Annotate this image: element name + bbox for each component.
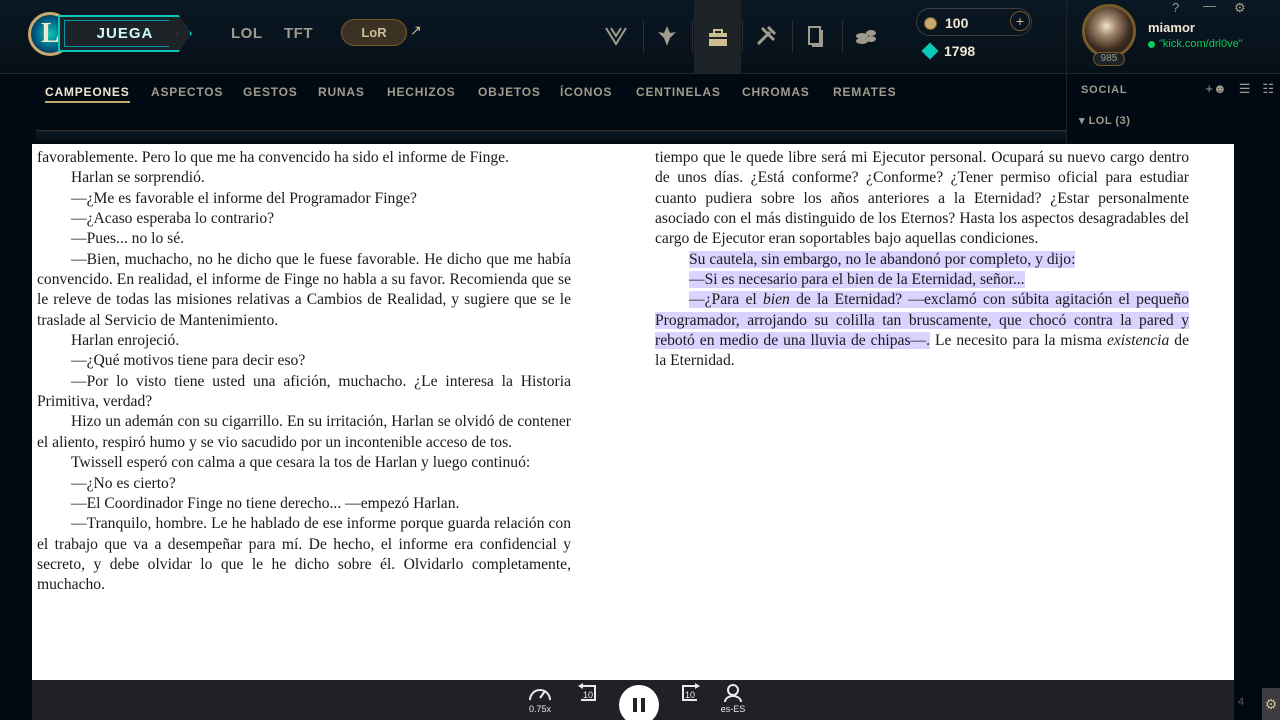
nav-divider <box>792 20 793 52</box>
page-indicator: 4 <box>1238 696 1245 708</box>
paragraph: —¿Me es favorable el informe del Program… <box>71 189 417 207</box>
riot-points-value: 100 <box>945 15 969 31</box>
tab-campeones[interactable]: CAMPEONES <box>45 85 130 103</box>
nav-divider <box>692 20 693 52</box>
lor-label: LoR <box>361 25 387 40</box>
paragraph-highlighted: Su cautela, sin embargo, no le abandonó … <box>655 250 1189 270</box>
more-icon[interactable]: ☷ <box>1262 81 1274 97</box>
lor-button[interactable]: LoR <box>341 19 407 46</box>
paragraph: —El Coordinador Finge no tiene derecho..… <box>71 494 460 512</box>
paragraph: —Bien, muchacho, no he dicho que le fues… <box>37 250 571 329</box>
speedometer-icon <box>529 689 551 701</box>
speed-label: 0.75x <box>528 704 552 714</box>
pause-icon-bar <box>641 698 645 712</box>
tts-playback-bar: 0.75x 10 10 es-ES <box>32 680 1234 720</box>
book-reader: favorablemente. Pero lo que me ha conven… <box>32 144 1234 680</box>
nav-divider <box>742 20 743 52</box>
tab-aspectos[interactable]: ASPECTOS <box>151 85 223 99</box>
logo-letter: L <box>41 18 60 49</box>
play-button[interactable]: JUEGA <box>58 15 192 52</box>
pause-icon-bar <box>633 698 637 712</box>
tab-remates[interactable]: REMATES <box>833 85 896 99</box>
collection-cards-icon[interactable] <box>794 14 838 58</box>
status-message[interactable]: "kick.com/drl0ve" <box>1148 38 1268 50</box>
paragraph: —Tranquilo, hombre. Le he hablado de ese… <box>37 515 571 594</box>
crafting-icon[interactable] <box>744 14 788 58</box>
blue-essence-value: 1798 <box>944 43 976 59</box>
lol-link[interactable]: LOL <box>231 25 263 42</box>
tft-emblem-icon[interactable] <box>594 14 638 58</box>
text-run: Le necesito para la misma <box>930 332 1107 350</box>
voice-label: es-ES <box>720 704 746 714</box>
paragraph: Hizo un ademán con su cigarrillo. En su … <box>37 413 571 451</box>
speed-control[interactable]: 0.75x <box>527 682 553 714</box>
status-text: "kick.com/drl0ve" <box>1159 38 1243 50</box>
help-button[interactable]: ? <box>1172 0 1179 15</box>
paragraph: tiempo que le quede libre será mi Ejecut… <box>655 149 1189 248</box>
paragraph: —Por lo visto tiene usted una afición, m… <box>37 372 571 411</box>
highlight: —Si es necesario para el bien de la Eter… <box>689 271 1025 289</box>
nav-divider <box>842 20 843 52</box>
tab-gestos[interactable]: GESTOS <box>243 85 298 99</box>
paragraph: Harlan enrojeció. <box>71 332 180 350</box>
loot-icon[interactable] <box>844 14 888 58</box>
list-view-icon[interactable]: ☰ <box>1239 81 1251 97</box>
play-button-label: JUEGA <box>96 25 154 42</box>
tab-chromas[interactable]: CHROMAS <box>742 85 810 99</box>
pause-button[interactable] <box>619 685 659 720</box>
nav-divider <box>643 20 644 52</box>
paragraph: Twissell esperó con calma a que cesara l… <box>71 454 531 472</box>
rewind-button[interactable]: 10 <box>575 682 601 701</box>
online-status-icon <box>1148 40 1155 48</box>
add-friend-icon[interactable]: +☻ <box>1205 81 1226 97</box>
paragraph: —¿No es cierto? <box>71 474 176 492</box>
paragraph: —¿Qué motivos tiene para decir eso? <box>71 352 306 370</box>
buy-rp-button[interactable]: + <box>1010 11 1030 31</box>
emphasis: existencia <box>1106 332 1170 350</box>
paragraph: Harlan se sorprendió. <box>71 169 205 187</box>
blue-essence-icon <box>921 42 939 60</box>
collection-subnav: CAMPEONES ASPECTOS GESTOS RUNAS HECHIZOS… <box>0 74 1066 110</box>
rewind-seconds: 10 <box>582 690 593 700</box>
external-link-icon: ↗ <box>410 22 422 38</box>
paragraph: —¿Acaso esperaba lo contrario? <box>71 210 275 228</box>
right-page: tiempo que le quede libre será mi Ejecut… <box>655 148 1189 372</box>
social-actions: +☻ ☰ ☷ <box>1205 81 1274 97</box>
paragraph-highlighted: —Si es necesario para el bien de la Eter… <box>655 270 1189 290</box>
voice-selector[interactable]: es-ES <box>720 682 746 714</box>
tab-iconos[interactable]: ÍCONOS <box>560 85 612 99</box>
currency-panel: 100 + 1798 <box>916 8 1032 62</box>
minimize-button[interactable]: — <box>1203 0 1216 13</box>
voice-icon <box>724 684 742 703</box>
riot-points-icon <box>924 16 937 30</box>
forward-seconds: 10 <box>684 690 695 700</box>
tab-hechizos[interactable]: HECHIZOS <box>387 85 455 99</box>
paragraph: —Pues... no lo sé. <box>71 230 185 248</box>
text-run: —¿Para el <box>689 291 763 309</box>
riot-points[interactable]: 100 <box>924 12 968 34</box>
gear-icon[interactable]: ⚙ <box>1262 688 1280 720</box>
top-navigation-bar: L JUEGA LOL TFT LoR ↗ 100 + 1798 985 mia… <box>0 0 1280 74</box>
paragraph-highlighted: —¿Para el bien de la Eternidad? —exclamó… <box>655 290 1189 371</box>
tab-runas[interactable]: RUNAS <box>318 85 365 99</box>
blue-essence[interactable]: 1798 <box>921 40 976 62</box>
friend-group-lol[interactable]: ▾ LOL (3) <box>1079 114 1130 127</box>
paragraph: favorablemente. Pero lo que me ha conven… <box>37 149 509 166</box>
username[interactable]: miamor <box>1148 20 1195 35</box>
social-title: SOCIAL <box>1081 84 1128 96</box>
store-bag-icon[interactable] <box>694 0 741 74</box>
left-page: favorablemente. Pero lo que me ha conven… <box>37 148 571 596</box>
tab-centinelas[interactable]: CENTINELAS <box>636 85 721 99</box>
level-badge: 985 <box>1093 52 1125 66</box>
profile-divider <box>1066 0 1067 74</box>
avatar[interactable] <box>1082 4 1136 58</box>
emphasis: bien <box>762 291 790 309</box>
tft-link[interactable]: TFT <box>284 25 313 42</box>
tab-objetos[interactable]: OBJETOS <box>478 85 541 99</box>
forward-button[interactable]: 10 <box>677 682 703 701</box>
tactician-icon[interactable] <box>645 14 689 58</box>
settings-gear-icon[interactable]: ⚙ <box>1234 0 1246 16</box>
highlight: Su cautela, sin embargo, no le abandonó … <box>689 250 1076 268</box>
collection-header-strip <box>36 130 1066 144</box>
